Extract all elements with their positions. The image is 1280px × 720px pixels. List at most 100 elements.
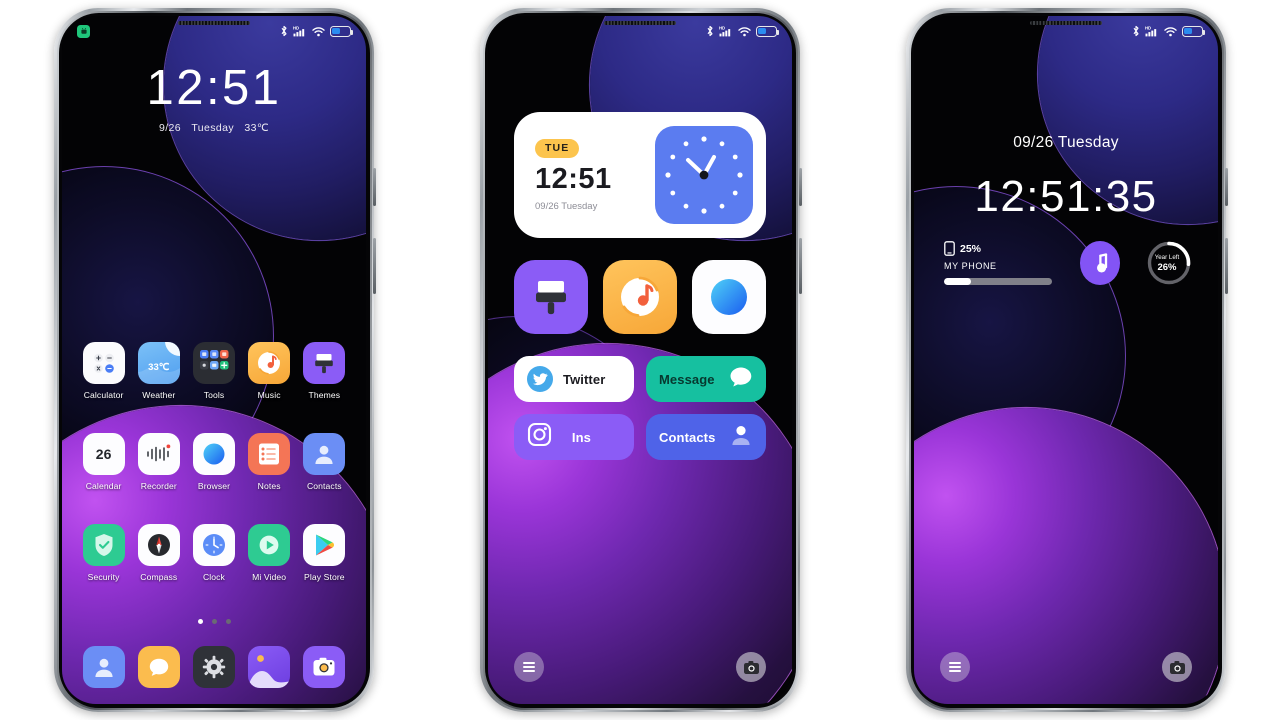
phone-1-screen: HD 12:51 9/26 Tuesday 33℃ Calculator 33℃… (62, 16, 366, 704)
lock-actions (940, 652, 1192, 682)
app-clock[interactable]: Clock (188, 524, 240, 582)
app-calendar[interactable]: 26 Calendar (78, 433, 130, 491)
page-indicator (62, 619, 366, 624)
page-dot-3[interactable] (225, 619, 231, 624)
tile-contacts[interactable]: Contacts (646, 414, 766, 460)
power-button[interactable] (1225, 238, 1228, 294)
hamburger-menu-icon[interactable] (940, 652, 970, 682)
day-badge: TUE (535, 138, 580, 158)
hamburger-menu-icon[interactable] (514, 652, 544, 682)
screenshot-stage: HD 12:51 9/26 Tuesday 33℃ Calculator 33℃… (0, 0, 1280, 720)
bluetooth-icon (1133, 25, 1139, 37)
contacts-icon (303, 433, 346, 475)
app-label: Recorder (140, 481, 177, 491)
app-calculator[interactable]: Calculator (78, 342, 130, 400)
compass-icon (137, 524, 180, 566)
signal-bars-icon: HD (1145, 26, 1157, 37)
battery-icon (330, 25, 353, 37)
message-bubble-icon (728, 366, 753, 393)
dock-camera-icon[interactable] (303, 646, 346, 688)
clock-widget-text: TUE 12:51 09/26 Tuesday (527, 138, 655, 212)
app-label: Contacts (306, 481, 342, 491)
year-left-label: Year Left (1154, 253, 1180, 261)
volume-button[interactable] (1225, 168, 1228, 206)
security-shield-icon (82, 524, 125, 566)
tile-label: Twitter (563, 371, 606, 387)
power-button[interactable] (799, 238, 802, 294)
app-grid-row-2: 26 Calendar Recorder Browser Notes Conta… (62, 433, 366, 491)
app-grid-row-1: Calculator 33℃ Weather Tools Music Theme… (62, 342, 366, 400)
bluetooth-icon (281, 25, 287, 37)
battery-widget[interactable]: 25% MY PHONE (944, 241, 1052, 285)
widget-tiles: Twitter Message Ins Contacts (514, 356, 766, 472)
app-mi-video[interactable]: Mi Video (243, 524, 295, 582)
signal-bars-icon: HD (293, 26, 305, 37)
wallpaper (914, 16, 1218, 704)
dock-settings-gear-icon[interactable] (192, 646, 235, 688)
app-label: Themes (308, 390, 341, 400)
browser-icon[interactable] (692, 260, 766, 334)
dock-messages-icon[interactable] (137, 646, 180, 688)
android-notification-icon (77, 24, 90, 38)
app-label: Calendar (85, 481, 122, 491)
battery-icon (756, 25, 779, 37)
clock-subtitle: 9/26 Tuesday 33℃ (62, 122, 366, 134)
lock-widget-row: 25% MY PHONE Year Left 26% (944, 240, 1191, 286)
clock-temperature: 33℃ (244, 122, 270, 134)
notes-icon (248, 433, 291, 475)
tile-twitter[interactable]: Twitter (514, 356, 634, 402)
volume-button[interactable] (373, 168, 376, 206)
dock-contacts-icon[interactable] (82, 646, 125, 688)
music-icon[interactable] (603, 260, 677, 334)
tile-message[interactable]: Message (646, 356, 766, 402)
earpiece-speaker (178, 20, 250, 25)
status-bar-right: HD (280, 25, 353, 37)
home-clock-widget[interactable]: 12:51 9/26 Tuesday 33℃ (62, 64, 366, 135)
themes-icon (303, 342, 346, 384)
app-tools-folder[interactable]: Tools (188, 342, 240, 400)
app-themes[interactable]: Themes (298, 342, 350, 400)
svg-text:HD: HD (719, 26, 725, 31)
weather-icon: 33℃ (137, 342, 180, 384)
clock-weekday: Tuesday (191, 122, 235, 134)
camera-icon[interactable] (736, 652, 766, 682)
app-notes[interactable]: Notes (243, 433, 295, 491)
battery-widget-header: 25% (944, 241, 1052, 256)
themes-icon[interactable] (514, 260, 588, 334)
camera-icon[interactable] (1162, 652, 1192, 682)
music-note-icon[interactable] (1079, 241, 1120, 285)
app-label: Notes (257, 481, 281, 491)
app-label: Tools (203, 390, 225, 400)
phone-3-screen: HD 09/26 Tuesday 12:51:35 25% MY PHONE Y… (914, 16, 1218, 704)
year-left-value: 26% (1157, 261, 1177, 273)
app-compass[interactable]: Compass (133, 524, 185, 582)
app-label: Calculator (83, 390, 124, 400)
app-weather[interactable]: 33℃ Weather (133, 342, 185, 400)
app-play-store[interactable]: Play Store (298, 524, 350, 582)
power-button[interactable] (373, 238, 376, 294)
app-music[interactable]: Music (243, 342, 295, 400)
status-bar-right: HD (1132, 25, 1205, 37)
year-left-widget[interactable]: Year Left 26% (1146, 240, 1191, 286)
app-grid-row-3: Security Compass Clock Mi Video Play Sto… (62, 524, 366, 582)
phone-device-2: HD TUE 12:51 09/26 Tuesday Twitter Messa… (480, 8, 802, 712)
tile-row-2: Ins Contacts (514, 414, 766, 460)
page-dot-1[interactable] (197, 619, 203, 624)
widget-date: 09/26 Tuesday (535, 200, 598, 212)
clock-date: 9/26 (158, 122, 182, 134)
tile-label: Contacts (659, 429, 716, 445)
widget-app-row (514, 260, 766, 334)
clock-widget[interactable]: TUE 12:51 09/26 Tuesday (514, 112, 766, 238)
volume-button[interactable] (799, 168, 802, 206)
tools-folder-icon (192, 342, 235, 384)
app-browser[interactable]: Browser (188, 433, 240, 491)
signal-bars-icon: HD (719, 26, 731, 37)
app-contacts[interactable]: Contacts (298, 433, 350, 491)
app-recorder[interactable]: Recorder (133, 433, 185, 491)
bluetooth-icon (707, 25, 713, 37)
tile-instagram[interactable]: Ins (514, 414, 634, 460)
page-dot-2[interactable] (211, 619, 217, 624)
app-label: Compass (140, 572, 178, 582)
dock-gallery-icon[interactable] (248, 646, 291, 688)
app-security[interactable]: Security (78, 524, 130, 582)
